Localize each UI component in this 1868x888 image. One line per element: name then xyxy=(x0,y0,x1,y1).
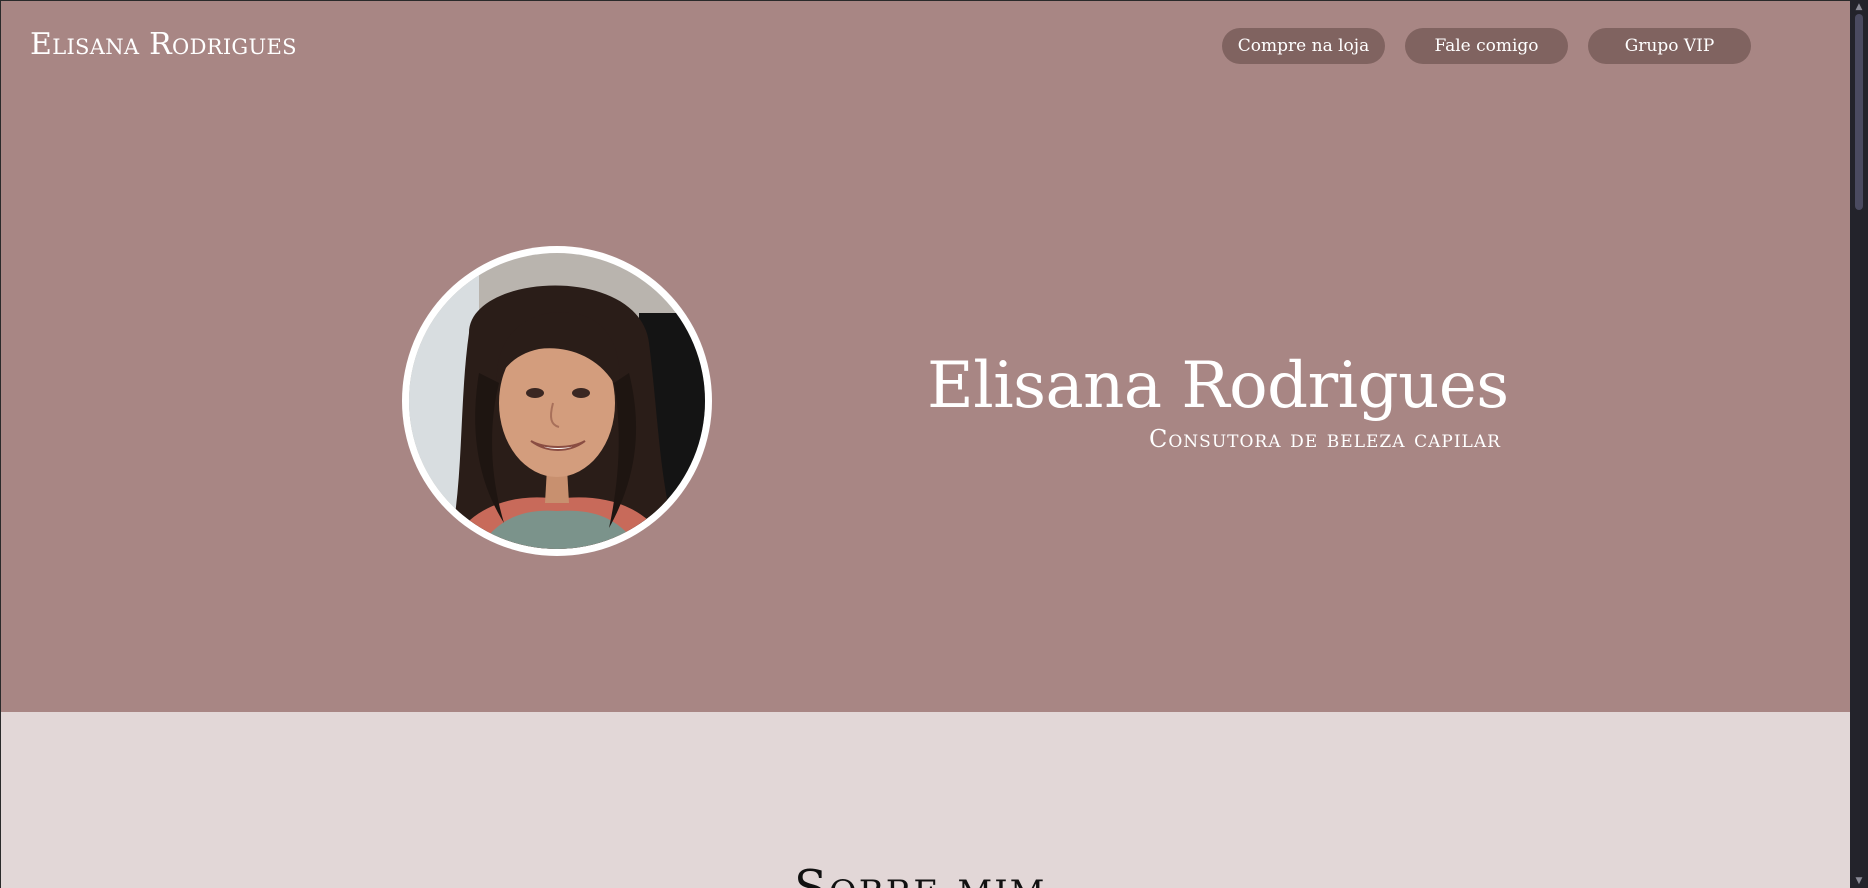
scroll-down-arrow-icon[interactable]: ▼ xyxy=(1850,874,1868,888)
about-section: Sobre mim xyxy=(1,712,1850,888)
portrait-illustration xyxy=(409,253,705,549)
page: Elisana Rodrigues Compre na loja Fale co… xyxy=(0,0,1850,888)
hero-subtitle: Consutora de beleza capilar xyxy=(1149,425,1501,453)
scrollbar-thumb[interactable] xyxy=(1855,14,1863,210)
about-title: Sobre mim xyxy=(794,860,1047,888)
hero-name: Elisana Rodrigues xyxy=(927,349,1509,423)
scrollbar[interactable]: ▲ ▼ xyxy=(1850,0,1868,888)
hero-section: Elisana Rodrigues Compre na loja Fale co… xyxy=(1,1,1850,712)
vip-group-button[interactable]: Grupo VIP xyxy=(1588,28,1751,64)
profile-photo-image xyxy=(409,253,705,549)
contact-button[interactable]: Fale comigo xyxy=(1405,28,1568,64)
shop-button[interactable]: Compre na loja xyxy=(1222,28,1385,64)
profile-photo xyxy=(402,246,712,556)
brand-logo[interactable]: Elisana Rodrigues xyxy=(30,25,297,65)
top-nav: Compre na loja Fale comigo Grupo VIP xyxy=(1222,28,1751,64)
scroll-up-arrow-icon[interactable]: ▲ xyxy=(1850,0,1868,14)
